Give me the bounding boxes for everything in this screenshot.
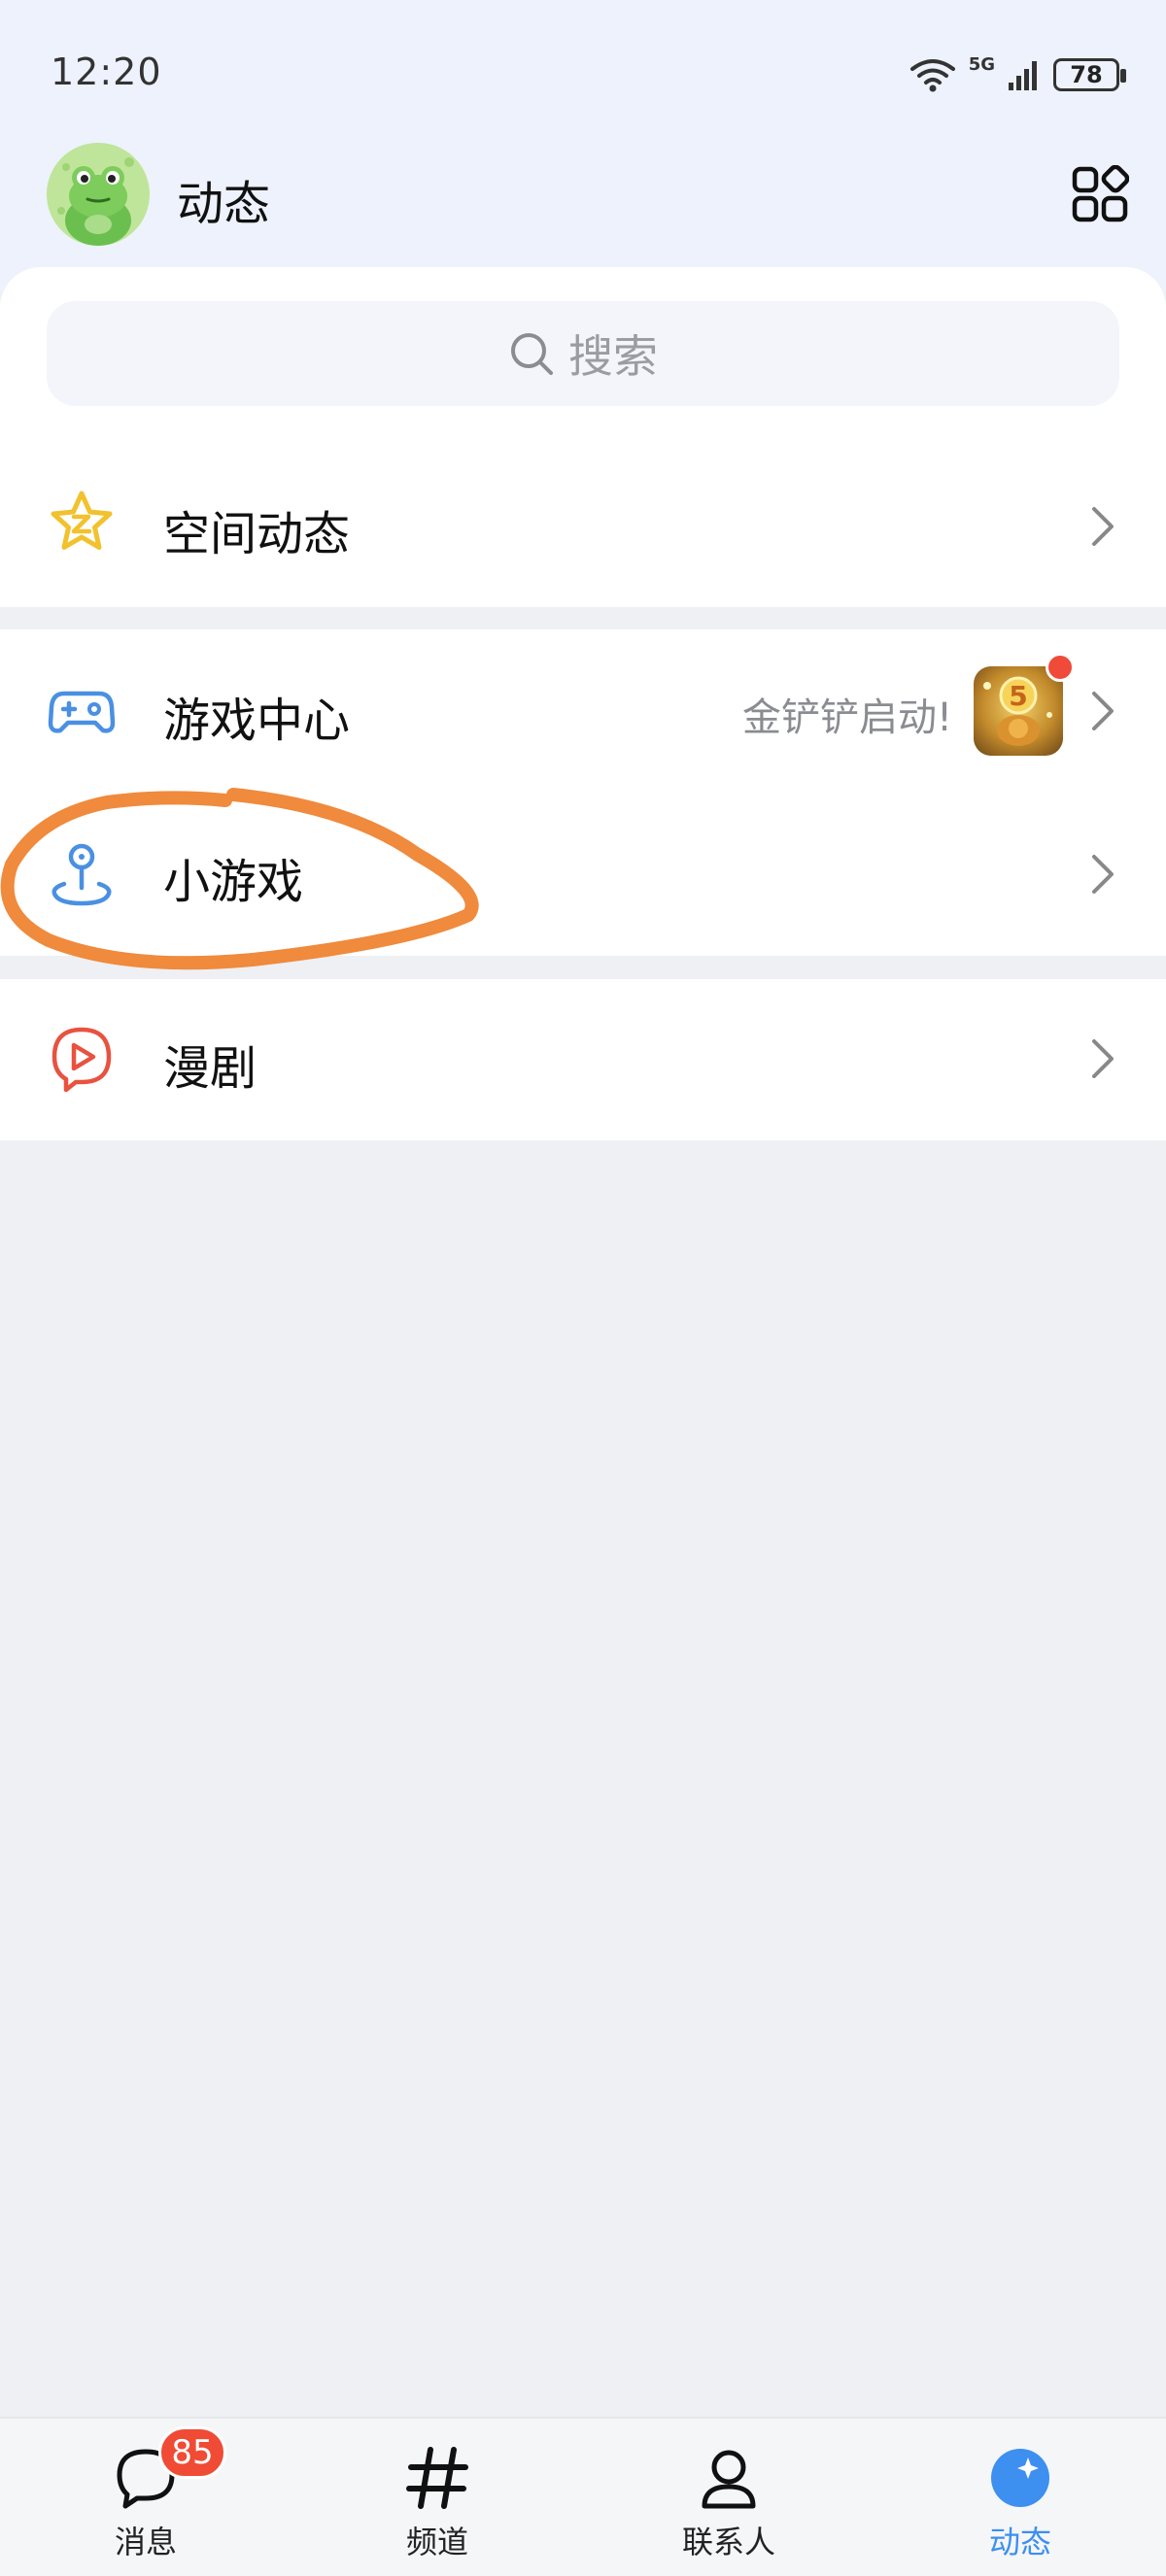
menu-item-label: 游戏中心 (163, 694, 351, 748)
game-promo-text: 金铲铲启动! (741, 695, 952, 740)
game-art-icon: 5 (983, 676, 1052, 746)
contacts-icon (702, 2450, 756, 2509)
unread-badge: 85 (158, 2426, 226, 2479)
tab-label: 动态 (988, 2524, 1051, 2560)
gamepad-icon (48, 691, 116, 733)
moments-icon (991, 2449, 1049, 2507)
tab-moments[interactable]: 动态 (874, 2419, 1166, 2576)
tab-label: 联系人 (681, 2524, 775, 2560)
chevron-right-icon (1092, 507, 1114, 546)
menu-item-qzone[interactable]: 空间动态 (0, 447, 1166, 607)
battery-level: 78 (1070, 61, 1103, 88)
star-icon (51, 491, 113, 550)
tab-contacts[interactable]: 联系人 (583, 2419, 874, 2576)
status-bar: 12:20 5G 78 (0, 0, 1166, 146)
search-placeholder: 搜索 (568, 330, 658, 383)
menu-item-label: 小游戏 (163, 855, 304, 909)
chevron-right-icon (1092, 692, 1114, 730)
tab-messages[interactable]: 消息 85 (0, 2419, 292, 2576)
search-icon (511, 333, 553, 375)
menu-item-label: 漫剧 (163, 1041, 257, 1096)
status-time: 12:20 (51, 51, 162, 93)
tab-channels[interactable]: 频道 (292, 2419, 583, 2576)
chevron-right-icon (1092, 1039, 1114, 1078)
tab-label: 频道 (405, 2524, 468, 2560)
battery-icon: 78 (1053, 58, 1126, 91)
chevron-right-icon (1092, 855, 1114, 894)
notification-dot (1046, 653, 1075, 682)
play-bubble-icon (51, 1027, 112, 1093)
menu-item-mini-games[interactable]: 小游戏 (0, 793, 1166, 956)
tab-label: 消息 (114, 2524, 177, 2560)
page-title: 动态 (177, 177, 271, 231)
frog-avatar-icon (47, 143, 150, 246)
hashtag-icon (406, 2447, 468, 2509)
network-type: 5G (968, 53, 995, 75)
status-icons: 5G 78 (909, 51, 1126, 99)
menu-item-game-center[interactable]: 游戏中心 金铲铲启动! 5 (0, 629, 1166, 793)
header: 动态 (0, 141, 1166, 253)
signal-icon (1009, 61, 1037, 90)
search-bar[interactable]: 搜索 (47, 301, 1119, 406)
bottom-tab-bar: 消息 85 频道 联系人 动态 (0, 2417, 1166, 2576)
menu-item-label: 空间动态 (163, 507, 351, 561)
map-pin-icon (51, 843, 112, 906)
game-thumbnail: 5 (974, 666, 1063, 756)
apps-button[interactable] (1071, 164, 1130, 223)
avatar[interactable] (47, 143, 150, 246)
svg-text:5: 5 (1009, 680, 1027, 712)
menu-item-comic-drama[interactable]: 漫剧 (0, 979, 1166, 1140)
grid-apps-icon (1072, 164, 1130, 222)
wifi-icon (909, 59, 955, 92)
